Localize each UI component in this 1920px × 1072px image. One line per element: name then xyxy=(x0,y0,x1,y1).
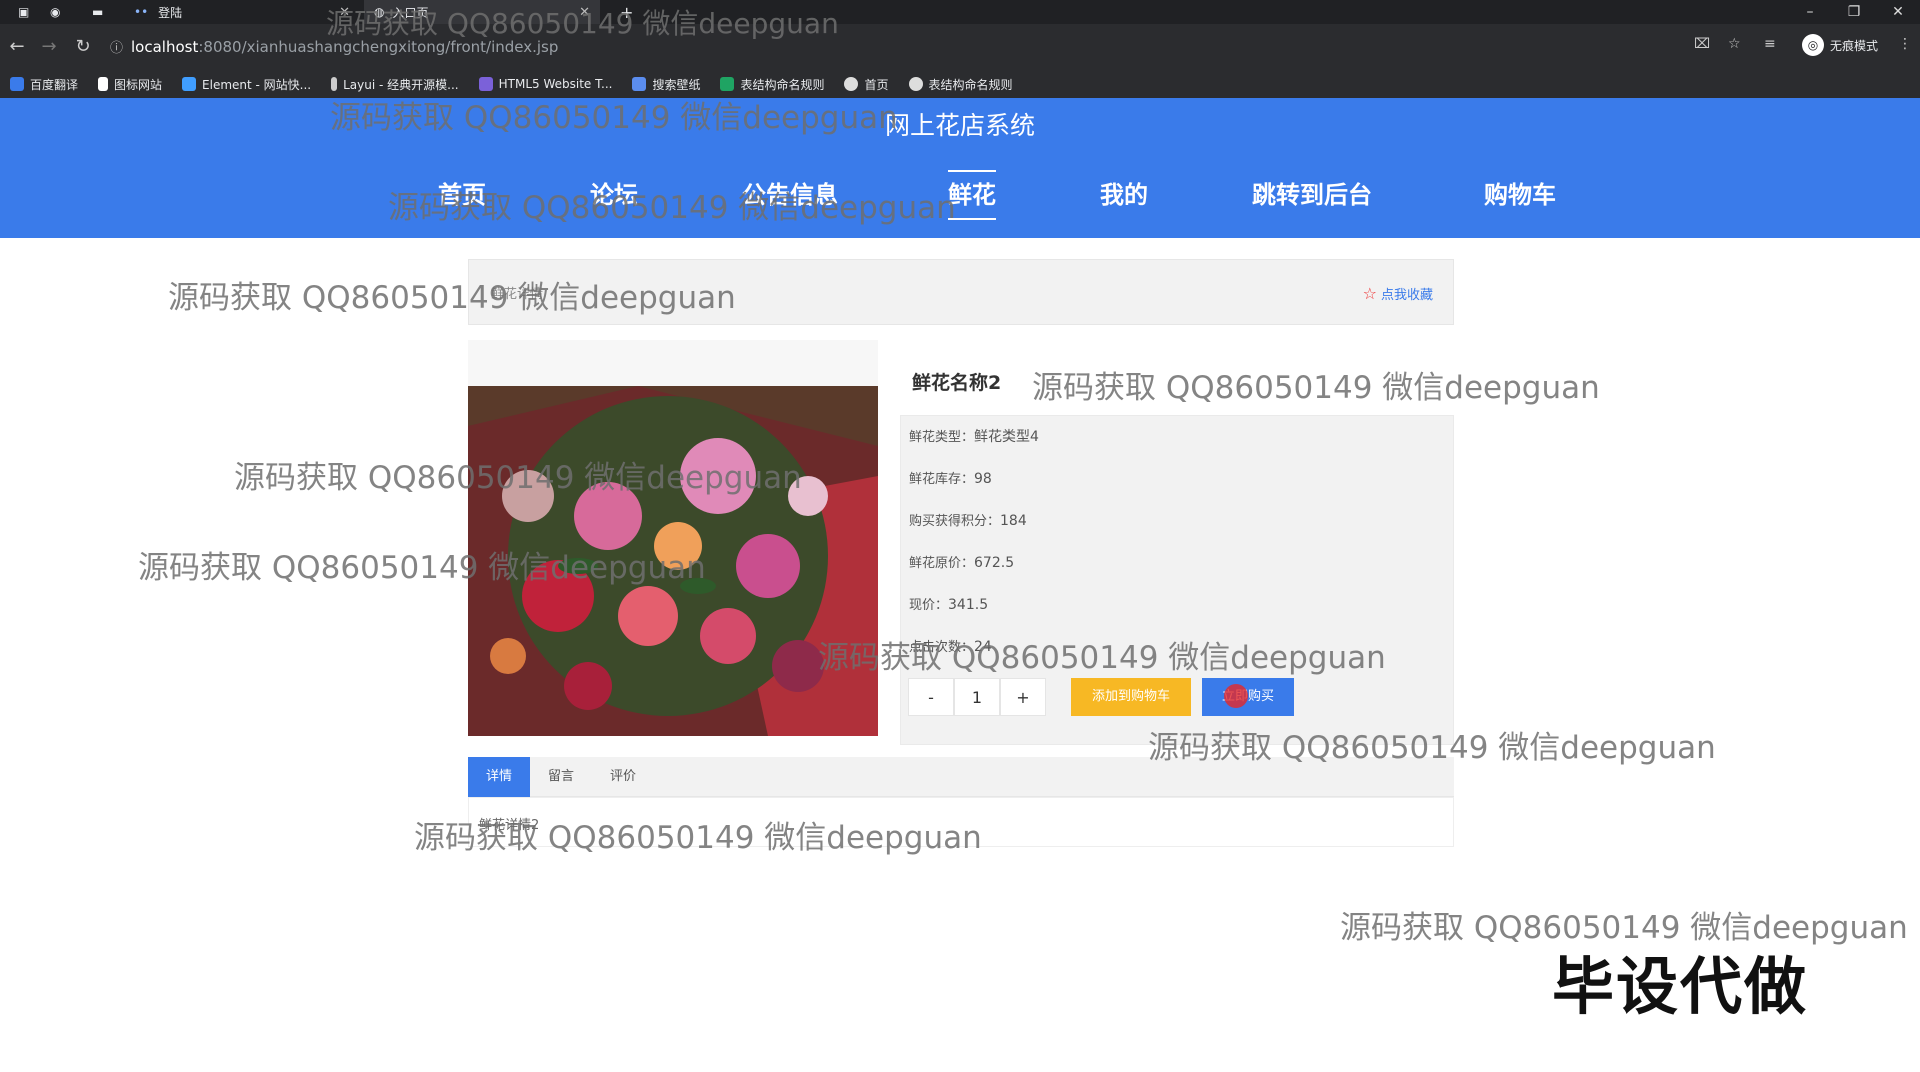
bookmark-icon xyxy=(98,77,109,91)
bookmark-item[interactable]: 百度翻译 xyxy=(10,76,78,93)
tab-search-icon[interactable]: ▣ xyxy=(8,0,38,24)
bookmark-icon xyxy=(10,77,24,91)
bookmark-item[interactable]: 表结构命名规则 xyxy=(908,76,1013,93)
watermark-text: 源码获取 QQ86050149 微信deepguan xyxy=(1032,370,1600,406)
incognito-indicator[interactable]: ◎ 无痕模式 xyxy=(1801,34,1878,56)
minimize-icon[interactable]: – xyxy=(1788,0,1832,24)
favorite-button[interactable]: ☆ 点我收藏 xyxy=(1363,284,1433,303)
cursor-icon xyxy=(1224,684,1248,708)
info-row-stock: 鲜花库存：98 xyxy=(909,471,992,487)
bookmark-icon xyxy=(478,77,493,91)
bookmark-item[interactable]: 表结构命名规则 xyxy=(720,76,824,93)
bookmark-icon xyxy=(331,77,338,91)
nav-mine[interactable]: 我的 xyxy=(1100,170,1148,220)
restore-icon[interactable]: ❐ xyxy=(1832,0,1876,24)
watermark-text: 源码获取 QQ86050149 微信deepguan xyxy=(330,100,898,136)
translate-icon[interactable]: ⌧ xyxy=(1694,36,1710,52)
bookmark-icon xyxy=(632,77,647,91)
star-icon[interactable]: ☆ xyxy=(1728,36,1741,52)
info-row-original-price: 鲜花原价：672.5 xyxy=(909,555,1015,571)
watermark-text: 源码获取 QQ86050149 微信deepguan xyxy=(168,280,736,316)
window-icon[interactable]: ▬ xyxy=(82,0,112,24)
product-name: 鲜花名称2 xyxy=(912,372,1002,394)
tab-reviews[interactable]: 评价 xyxy=(592,757,654,797)
bookmark-item[interactable]: 图标网站 xyxy=(98,76,162,93)
info-row-points: 购买获得积分：184 xyxy=(909,513,1027,529)
watermark-text: 源码获取 QQ86050149 微信deepguan xyxy=(326,7,839,40)
back-icon[interactable]: ← xyxy=(6,36,28,58)
quantity-stepper: - 1 + xyxy=(908,678,1046,716)
watermark-text: 源码获取 QQ86050149 微信deepguan xyxy=(388,190,956,226)
bookmark-item[interactable]: 首页 xyxy=(844,76,889,93)
reload-icon[interactable]: ↻ xyxy=(72,36,94,58)
nav-cart[interactable]: 购物车 xyxy=(1484,170,1556,220)
tab-login[interactable]: •• 登陆 ✕ xyxy=(124,0,360,24)
watermark-text: 源码获取 QQ86050149 微信deepguan xyxy=(138,550,706,586)
bookmark-icon xyxy=(182,77,197,91)
menu-icon[interactable]: ⋮ xyxy=(1898,36,1912,52)
bookmark-item[interactable]: HTML5 Website T... xyxy=(478,77,612,91)
forward-icon[interactable]: → xyxy=(38,36,60,58)
bookmark-item[interactable]: 搜索壁纸 xyxy=(632,76,700,93)
watermark-text: 源码获取 QQ86050149 微信deepguan xyxy=(234,460,802,496)
incognito-icon: ◎ xyxy=(1801,34,1824,56)
bookmarks-bar: 百度翻译 图标网站 Element - 网站快... Layui - 经典开源模… xyxy=(0,70,1920,98)
site-header: 网上花店系统 首页 论坛 公告信息 鲜花 我的 跳转到后台 购物车 xyxy=(0,98,1920,238)
qty-input[interactable]: 1 xyxy=(954,678,1000,716)
bookmark-item[interactable]: Element - 网站快... xyxy=(182,76,311,93)
site-title: 网上花店系统 xyxy=(884,111,1035,140)
toolbar: ← → ↻ ⓘ localhost:8080/xianhuashangchengx… xyxy=(0,24,1920,70)
bookmark-icon xyxy=(720,77,735,91)
info-row-price: 现价：341.5 xyxy=(909,597,989,613)
star-icon: ☆ xyxy=(1362,284,1377,303)
loading-icon: •• xyxy=(134,5,149,19)
watermark-text: 源码获取 QQ86050149 微信deepguan xyxy=(1148,730,1716,766)
bookmark-icon xyxy=(908,77,923,91)
tab-details[interactable]: 详情 xyxy=(468,757,530,797)
watermark-text: 源码获取 QQ86050149 微信deepguan xyxy=(414,820,982,856)
tab-comments[interactable]: 留言 xyxy=(530,757,592,797)
stamp-text: 毕设代做 xyxy=(1552,950,1809,1023)
add-to-cart-button[interactable]: 添加到购物车 xyxy=(1071,678,1191,716)
info-icon: ⓘ xyxy=(110,41,124,56)
qty-plus-button[interactable]: + xyxy=(1000,678,1046,716)
reading-list-icon[interactable]: ≡ xyxy=(1764,36,1776,52)
watermark-text: 源码获取 QQ86050149 微信deepguan xyxy=(818,640,1386,676)
bookmark-icon xyxy=(844,77,859,91)
close-window-icon[interactable]: ✕ xyxy=(1876,0,1920,24)
browser-chrome: ▣ ◉ ▬ •• 登陆 ✕ ◍ 入口页 ✕ + – ❐ ✕ ← → ↻ ⓘ loc… xyxy=(0,0,1920,98)
browser-logo-icon[interactable]: ◉ xyxy=(40,0,70,24)
tab-strip: ▣ ◉ ▬ •• 登陆 ✕ ◍ 入口页 ✕ + – ❐ ✕ xyxy=(0,0,1920,24)
nav-admin[interactable]: 跳转到后台 xyxy=(1252,170,1372,220)
info-row-type: 鲜花类型：鲜花类型4 xyxy=(909,429,1039,445)
product-image-panel xyxy=(468,340,878,736)
bookmark-item[interactable]: Layui - 经典开源模... xyxy=(331,76,459,93)
main-nav: 首页 论坛 公告信息 鲜花 我的 跳转到后台 购物车 xyxy=(0,170,1920,220)
buy-now-button[interactable]: 立即购买 xyxy=(1202,678,1294,716)
qty-minus-button[interactable]: - xyxy=(908,678,954,716)
